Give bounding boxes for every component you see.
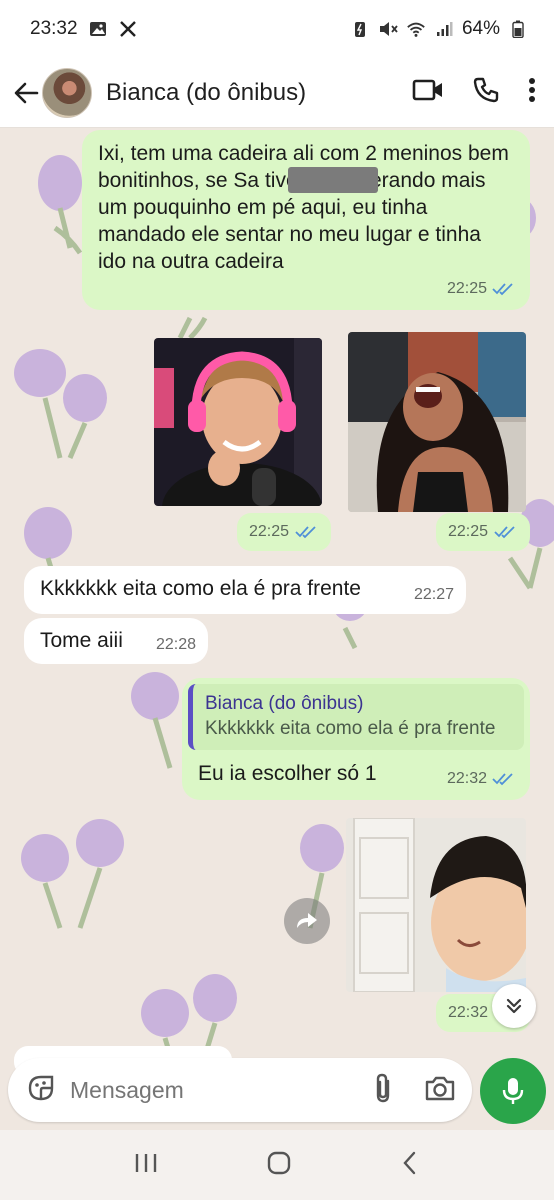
camera-icon	[425, 1076, 455, 1100]
message-meta: 22:25	[447, 275, 516, 302]
message-time: 22:28	[155, 636, 196, 653]
image-message-child[interactable]	[346, 818, 526, 992]
contact-avatar[interactable]	[42, 67, 92, 118]
sticker-icon	[28, 1075, 54, 1100]
quoted-message[interactable]: Bianca (do ônibus) Kkkkkkk eita como ela…	[188, 684, 524, 750]
message-input[interactable]	[70, 1076, 372, 1104]
read-ticks-icon	[494, 526, 515, 539]
message-time: 22:32	[446, 770, 487, 787]
video-camera-icon	[412, 79, 442, 101]
message-bubble-outgoing[interactable]: Ixi, tem uma cadeira ali com 2 meninos b…	[82, 130, 530, 310]
attach-button[interactable]	[372, 1072, 394, 1109]
photo-child-smiling-icon	[346, 818, 526, 992]
quote-author: Bianca (do ônibus)	[205, 693, 364, 714]
message-text: Ixi, tem uma cadeira ali com 2 meninos b…	[98, 142, 509, 273]
message-time: 22:27	[413, 586, 454, 603]
more-options-button[interactable]	[528, 77, 536, 108]
read-ticks-icon	[492, 282, 513, 295]
image-meta-1: 22:25	[237, 513, 332, 551]
message-composer[interactable]	[8, 1058, 472, 1122]
message-time: 22:25	[446, 280, 487, 297]
chat-header: Bianca (do ônibus)	[0, 58, 554, 128]
status-bar: 23:32 64%	[0, 0, 554, 58]
gallery-icon	[88, 19, 108, 39]
paperclip-icon	[376, 1073, 390, 1102]
message-bubble-incoming[interactable]: Tome aiii 22:28	[24, 618, 208, 664]
message-text: Tome aiii	[40, 629, 123, 652]
battery-icon	[508, 19, 528, 39]
chevron-left-icon	[403, 1151, 415, 1174]
recent-apps-icon	[136, 1153, 157, 1172]
message-text: Kkkkkkk eita como ela é pra frente	[40, 577, 361, 600]
forward-button[interactable]	[284, 898, 330, 944]
scroll-to-bottom-button[interactable]	[492, 984, 536, 1028]
back-arrow-icon	[14, 82, 39, 103]
image-meta-2: 22:25	[436, 513, 531, 551]
photo-girl-laughing-icon	[348, 332, 526, 512]
double-chevron-down-icon	[506, 998, 522, 1014]
status-time: 23:32	[30, 18, 78, 39]
signal-icon	[434, 19, 454, 39]
home-button[interactable]	[266, 1150, 292, 1181]
system-back-button[interactable]	[399, 1150, 421, 1181]
video-call-button[interactable]	[412, 78, 444, 107]
message-time: 22:32	[448, 1004, 489, 1021]
chat-area[interactable]: Ixi, tem uma cadeira ali com 2 meninos b…	[0, 128, 554, 1130]
kebab-menu-icon	[529, 78, 535, 102]
phone-icon	[473, 77, 499, 103]
camera-button[interactable]	[424, 1074, 456, 1107]
quote-text: Kkkkkkk eita como ela é pra frente	[205, 718, 496, 739]
voice-call-button[interactable]	[472, 76, 500, 109]
forward-icon	[297, 913, 317, 928]
voice-message-button[interactable]	[480, 1058, 546, 1124]
battery-saver-icon	[350, 19, 370, 39]
image-message-girl[interactable]	[348, 332, 526, 512]
image-message-streamer[interactable]	[154, 338, 322, 506]
read-ticks-icon	[295, 526, 316, 539]
photo-person-headphones-icon	[154, 338, 322, 506]
microphone-icon	[502, 1078, 524, 1104]
read-ticks-icon	[492, 772, 513, 785]
battery-percent: 64%	[461, 18, 500, 39]
message-bubble-incoming[interactable]: Kkkkkkk eita como ela é pra frente 22:27	[24, 566, 466, 614]
message-meta: 22:32	[447, 765, 516, 792]
mute-icon	[378, 19, 398, 39]
message-time: 22:25	[249, 523, 290, 540]
contact-name[interactable]: Bianca (do ônibus)	[106, 79, 306, 107]
message-bubble-reply[interactable]: Bianca (do ônibus) Kkkkkkk eita como ela…	[182, 678, 530, 800]
wifi-icon	[406, 19, 426, 39]
sticker-button[interactable]	[26, 1073, 56, 1108]
redacted-name	[288, 167, 378, 193]
home-icon	[267, 1151, 291, 1174]
recent-apps-button[interactable]	[133, 1152, 159, 1179]
message-time: 22:25	[448, 523, 489, 540]
x-app-icon	[118, 19, 138, 39]
system-navigation-bar	[0, 1130, 554, 1200]
